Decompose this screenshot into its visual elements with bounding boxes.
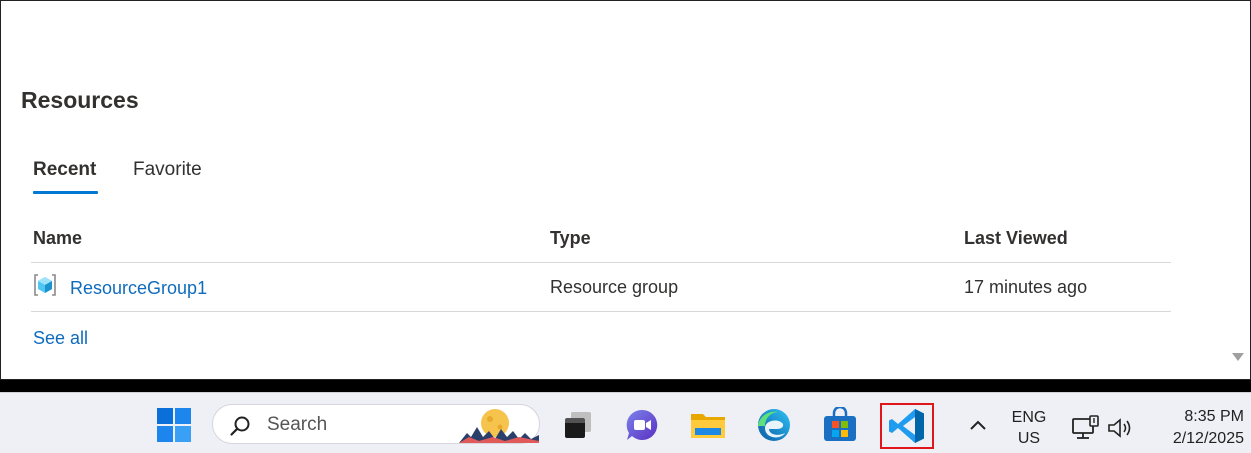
resource-group-link[interactable]: ResourceGroup1 xyxy=(70,278,207,299)
search-placeholder: Search xyxy=(267,414,328,435)
taskbar-search-box[interactable]: Search xyxy=(212,404,540,444)
column-header-last-viewed[interactable]: Last Viewed xyxy=(964,228,1068,249)
folder-icon xyxy=(691,414,725,438)
edge-browser-button[interactable] xyxy=(754,405,794,445)
browser-content: Resources Recent Favorite Name Type Last… xyxy=(0,0,1251,380)
tab-selected-indicator xyxy=(33,191,98,194)
store-bag-icon xyxy=(824,407,856,441)
table-divider xyxy=(31,311,1171,312)
system-clock[interactable]: 8:35 PM 2/12/2025 xyxy=(1148,406,1244,450)
language-code: ENG xyxy=(1011,409,1047,426)
tab-favorite[interactable]: Favorite xyxy=(133,159,202,181)
vscode-icon xyxy=(889,409,924,443)
network-icon[interactable] xyxy=(1071,415,1101,441)
file-explorer-button[interactable] xyxy=(688,405,728,445)
task-view-button[interactable] xyxy=(558,405,598,445)
clock-date: 2/12/2025 xyxy=(1172,430,1244,447)
microsoft-store-button[interactable] xyxy=(820,405,860,445)
language-indicator[interactable]: ENG US xyxy=(1004,407,1054,449)
resource-group-icon xyxy=(34,274,56,296)
search-highlight-icon xyxy=(459,409,539,443)
scroll-down-arrow-icon[interactable] xyxy=(1231,351,1245,363)
chat-icon xyxy=(626,409,658,440)
windows-logo-icon xyxy=(157,408,191,442)
taskbar: Search ENG US 8:35 PM 2/12/2025 xyxy=(0,392,1251,453)
resources-title: Resources xyxy=(21,87,139,113)
start-button[interactable] xyxy=(154,405,194,445)
tab-recent[interactable]: Recent xyxy=(33,159,96,181)
clock-time: 8:35 PM xyxy=(1184,408,1244,425)
column-header-type[interactable]: Type xyxy=(550,228,591,249)
chat-button[interactable] xyxy=(622,405,662,445)
volume-icon[interactable] xyxy=(1107,417,1135,439)
resource-type: Resource group xyxy=(550,277,679,297)
column-header-name[interactable]: Name xyxy=(33,228,82,249)
table-row: ResourceGroup1 Resource group 17 minutes… xyxy=(31,263,1171,311)
region-code: US xyxy=(1017,430,1041,447)
visual-studio-code-button[interactable] xyxy=(880,403,934,449)
last-viewed-time: 17 minutes ago xyxy=(964,277,1088,297)
task-view-icon xyxy=(565,412,591,438)
edge-icon xyxy=(758,409,790,441)
search-icon xyxy=(230,416,250,436)
see-all-link[interactable]: See all xyxy=(33,328,88,349)
show-hidden-icons-chevron-icon[interactable] xyxy=(963,413,993,437)
